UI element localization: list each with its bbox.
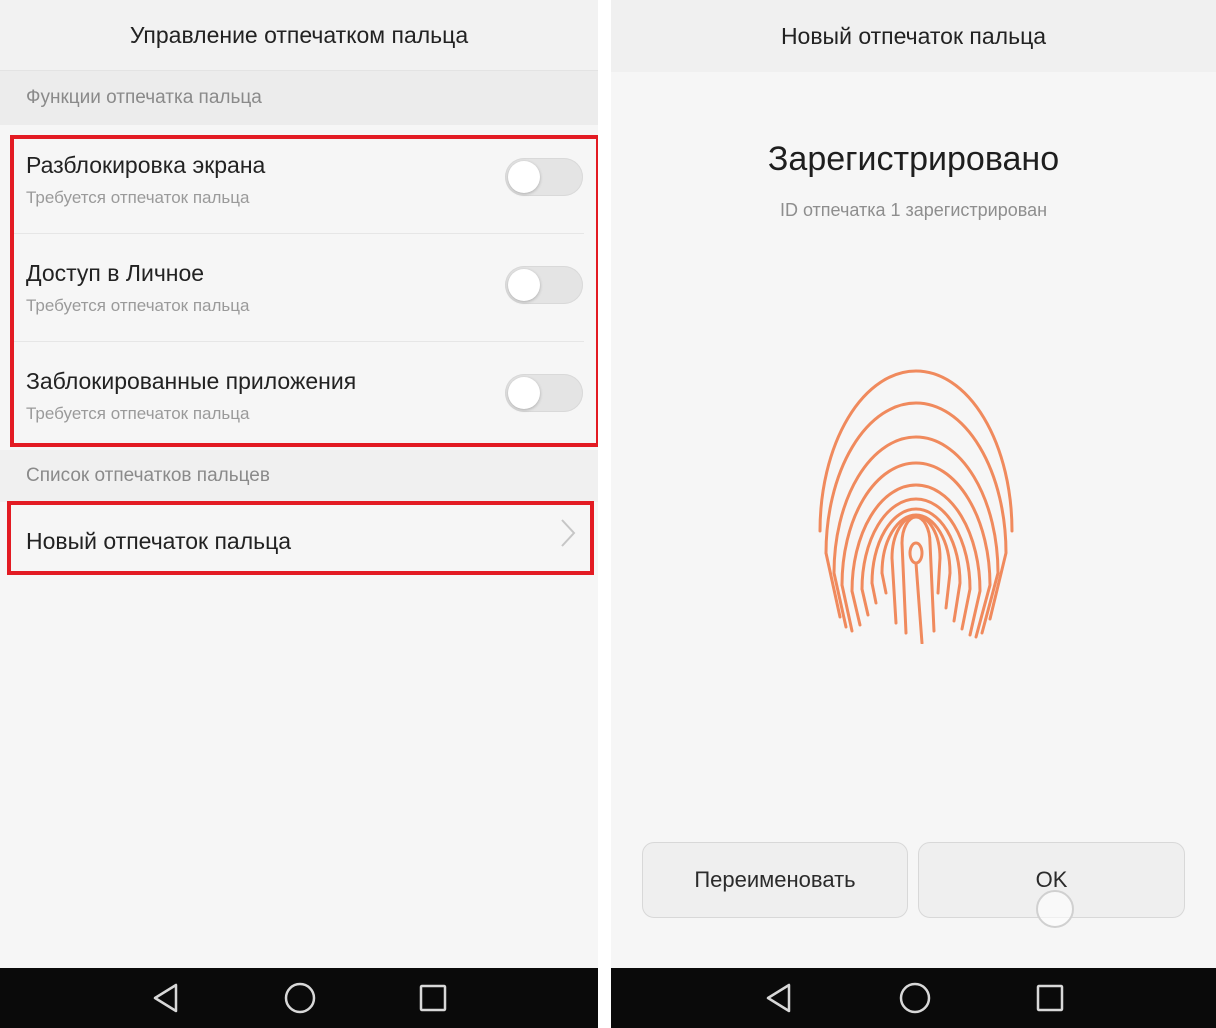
- home-icon[interactable]: [283, 981, 317, 1015]
- section-header-list: Список отпечатков пальцев: [0, 450, 598, 502]
- divider: [14, 341, 584, 342]
- toggle-knob: [508, 269, 540, 301]
- registration-detail: ID отпечатка 1 зарегистрирован: [779, 200, 1048, 220]
- new-fingerprint-label: Новый отпечаток пальца: [26, 528, 292, 554]
- navigation-bar: [0, 968, 598, 1028]
- recents-icon[interactable]: [1035, 983, 1065, 1013]
- recents-icon[interactable]: [418, 983, 448, 1013]
- row-private-access[interactable]: Доступ в Личное Требуется отпечаток паль…: [0, 246, 598, 342]
- row-subtitle: Требуется отпечаток пальца: [26, 404, 250, 423]
- section-header-functions: Функции отпечатка пальца: [0, 71, 598, 125]
- page-title: Новый отпечаток пальца: [611, 0, 1216, 72]
- private-access-toggle[interactable]: [505, 266, 583, 304]
- row-screen-unlock[interactable]: Разблокировка экрана Требуется отпечаток…: [0, 138, 598, 234]
- toggle-knob: [508, 161, 540, 193]
- registration-status: Зарегистрировано: [767, 140, 1060, 178]
- rename-button[interactable]: Переименовать: [642, 842, 908, 918]
- page-title: Управление отпечатком пальца: [0, 0, 598, 71]
- new-fingerprint-screen: Новый отпечаток пальца Зарегистрировано …: [611, 0, 1216, 1028]
- row-title: Разблокировка экрана: [26, 152, 266, 178]
- back-icon[interactable]: [763, 982, 795, 1014]
- row-subtitle: Требуется отпечаток пальца: [26, 188, 250, 207]
- locked-apps-toggle[interactable]: [505, 374, 583, 412]
- touch-indicator: [1036, 890, 1074, 928]
- toggle-knob: [508, 377, 540, 409]
- fingerprint-icon: [818, 369, 1014, 644]
- row-locked-apps[interactable]: Заблокированные приложения Требуется отп…: [0, 354, 598, 444]
- home-icon[interactable]: [898, 981, 932, 1015]
- screen-unlock-toggle[interactable]: [505, 158, 583, 196]
- chevron-right-icon: [560, 518, 576, 556]
- navigation-bar: [611, 968, 1216, 1028]
- divider: [14, 233, 584, 234]
- row-subtitle: Требуется отпечаток пальца: [26, 296, 250, 315]
- new-fingerprint-item[interactable]: Новый отпечаток пальца: [0, 504, 598, 574]
- back-icon[interactable]: [150, 982, 182, 1014]
- fingerprint-management-screen: Управление отпечатком пальца Функции отп…: [0, 0, 598, 1028]
- row-title: Доступ в Личное: [26, 260, 205, 286]
- row-title: Заблокированные приложения: [26, 368, 357, 394]
